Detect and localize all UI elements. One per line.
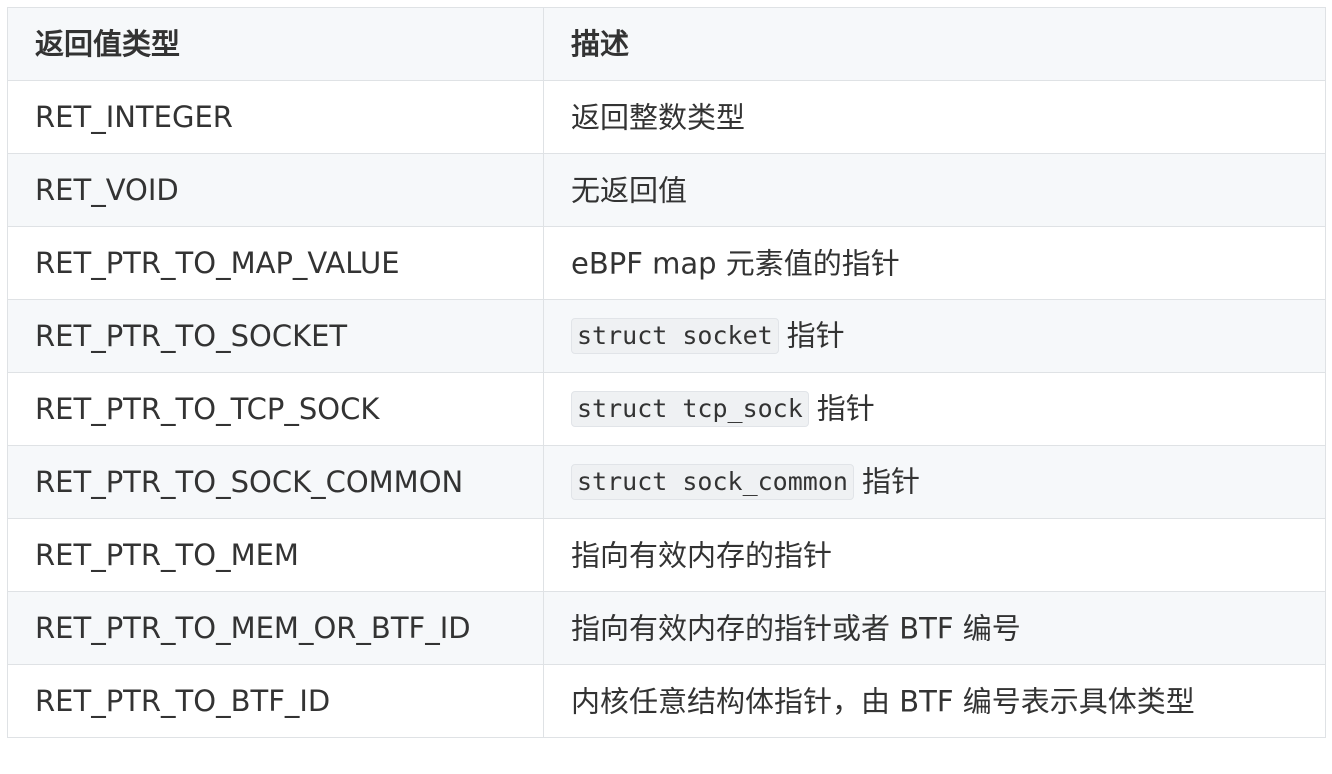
cell-description: 指向有效内存的指针 — [543, 518, 1326, 592]
inline-code: struct tcp_sock — [571, 391, 809, 427]
cell-description: 无返回值 — [543, 153, 1326, 227]
description-text: 指针 — [861, 464, 920, 499]
inline-code: struct sock_common — [571, 464, 854, 500]
header-description: 描述 — [543, 7, 1326, 81]
description-text: eBPF map 元素值的指针 — [571, 246, 900, 281]
table-row: RET_PTR_TO_BTF_ID 内核任意结构体指针，由 BTF 编号表示具体类… — [7, 664, 1326, 738]
return-type-table: 返回值类型 描述 RET_INTEGER 返回整数类型 RET_VOID 无返回值 RE… — [7, 7, 1326, 738]
cell-return-type: RET_PTR_TO_SOCKET — [7, 299, 544, 373]
cell-return-type: RET_PTR_TO_SOCK_COMMON — [7, 445, 544, 519]
description-text: 返回整数类型 — [571, 100, 746, 135]
cell-return-type: RET_PTR_TO_MEM — [7, 518, 544, 592]
table-row: RET_PTR_TO_MEM_OR_BTF_ID 指向有效内存的指针或者 BTF … — [7, 591, 1326, 665]
cell-return-type: RET_PTR_TO_MEM_OR_BTF_ID — [7, 591, 544, 665]
cell-return-type: RET_INTEGER — [7, 80, 544, 154]
header-return-type: 返回值类型 — [7, 7, 544, 81]
table-row: RET_PTR_TO_SOCKET struct socket 指针 — [7, 299, 1326, 373]
description-text: 指针 — [816, 391, 875, 426]
cell-return-type: RET_PTR_TO_MAP_VALUE — [7, 226, 544, 300]
table-row: RET_INTEGER 返回整数类型 — [7, 80, 1326, 154]
cell-description: eBPF map 元素值的指针 — [543, 226, 1326, 300]
cell-description: struct socket 指针 — [543, 299, 1326, 373]
cell-return-type: RET_PTR_TO_TCP_SOCK — [7, 372, 544, 446]
table-row: RET_VOID 无返回值 — [7, 153, 1326, 227]
cell-description: 内核任意结构体指针，由 BTF 编号表示具体类型 — [543, 664, 1326, 738]
table-body: RET_INTEGER 返回整数类型 RET_VOID 无返回值 RET_PTR_TO_… — [7, 80, 1326, 738]
description-text: 无返回值 — [571, 173, 688, 208]
description-text: 指向有效内存的指针 — [571, 538, 833, 573]
table-row: RET_PTR_TO_MEM 指向有效内存的指针 — [7, 518, 1326, 592]
description-text: 指针 — [786, 318, 845, 353]
description-text: 指向有效内存的指针或者 BTF 编号 — [571, 611, 1021, 646]
inline-code: struct socket — [571, 318, 779, 354]
cell-return-type: RET_VOID — [7, 153, 544, 227]
cell-description: struct tcp_sock 指针 — [543, 372, 1326, 446]
cell-return-type: RET_PTR_TO_BTF_ID — [7, 664, 544, 738]
table-header-row: 返回值类型 描述 — [7, 7, 1326, 81]
cell-description: 返回整数类型 — [543, 80, 1326, 154]
table-row: RET_PTR_TO_TCP_SOCK struct tcp_sock 指针 — [7, 372, 1326, 446]
description-text: 内核任意结构体指针，由 BTF 编号表示具体类型 — [571, 684, 1195, 719]
cell-description: 指向有效内存的指针或者 BTF 编号 — [543, 591, 1326, 665]
table-row: RET_PTR_TO_MAP_VALUE eBPF map 元素值的指针 — [7, 226, 1326, 300]
cell-description: struct sock_common 指针 — [543, 445, 1326, 519]
table-row: RET_PTR_TO_SOCK_COMMON struct sock_common… — [7, 445, 1326, 519]
